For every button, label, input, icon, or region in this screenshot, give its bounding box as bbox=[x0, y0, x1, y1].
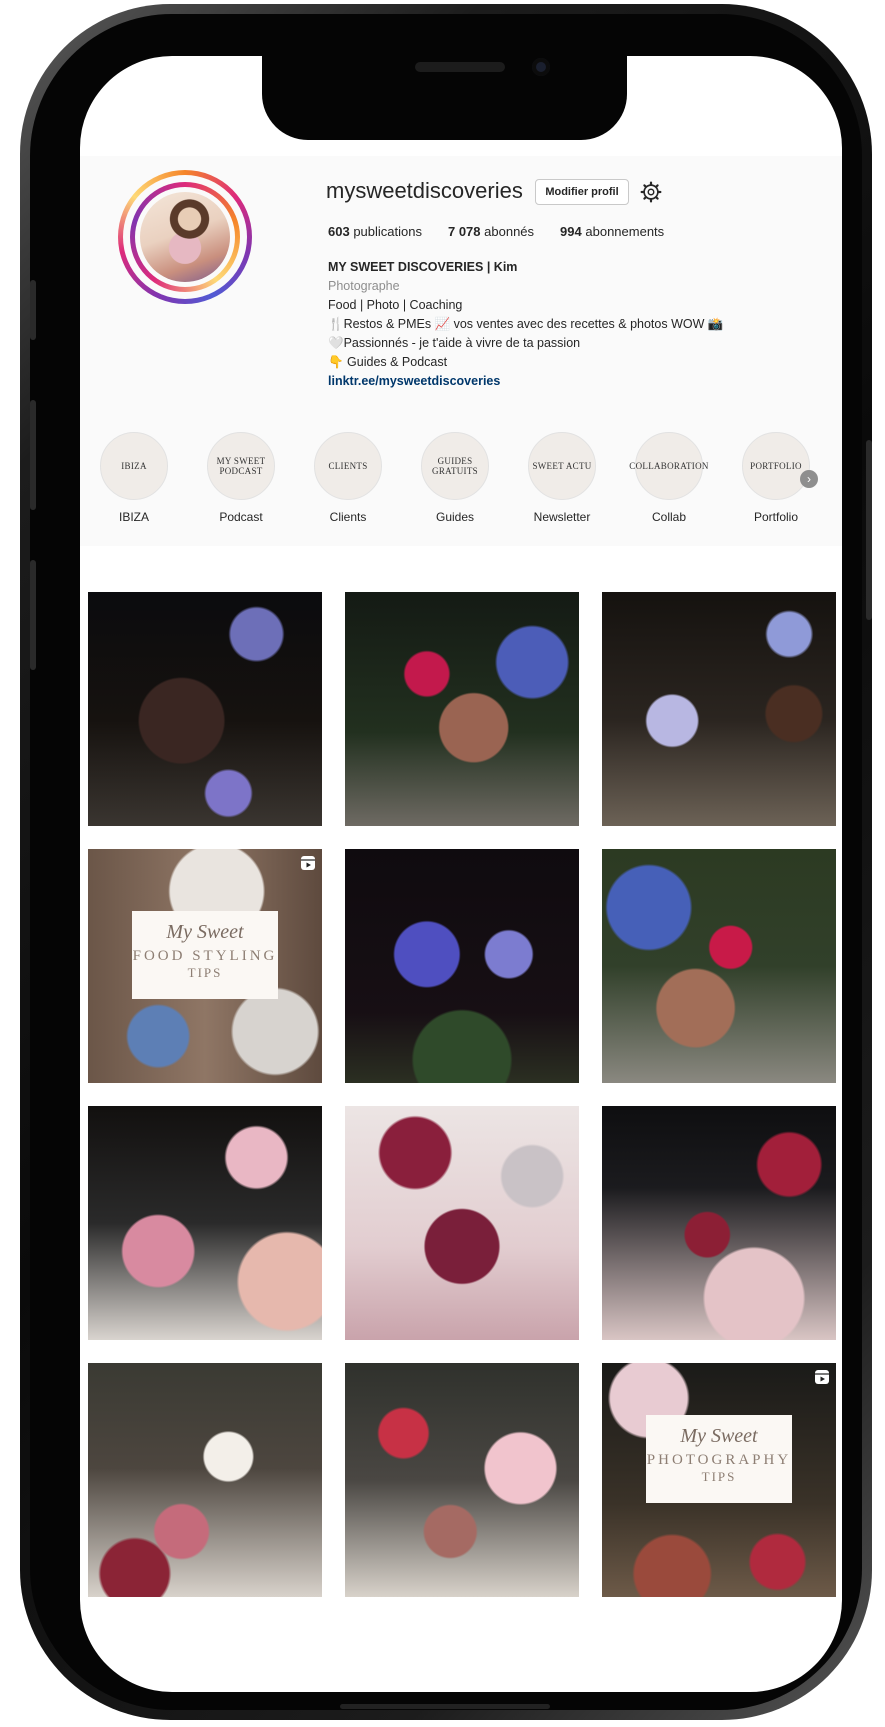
highlight-item[interactable]: SWEET ACTU Newsletter bbox=[524, 432, 600, 524]
speaker-grille bbox=[415, 62, 505, 72]
followers-stat[interactable]: 7 078 abonnés bbox=[448, 224, 534, 239]
highlight-item[interactable]: MY SWEET PODCAST Podcast bbox=[203, 432, 279, 524]
bio-line: 👇 Guides & Podcast bbox=[328, 355, 448, 369]
highlight-cover-text: MY SWEET PODCAST bbox=[216, 456, 266, 476]
avatar-image bbox=[140, 192, 230, 282]
highlight-cover: CLIENTS bbox=[314, 432, 382, 500]
home-indicator bbox=[340, 1704, 550, 1709]
post-title-script: My Sweet bbox=[680, 1425, 758, 1447]
highlight-cover: PORTFOLIO bbox=[742, 432, 810, 500]
highlight-cover-text: COLLABORATION bbox=[629, 461, 709, 471]
highlight-cover-text: PORTFOLIO bbox=[750, 461, 802, 471]
highlight-cover-text: SWEET ACTU bbox=[532, 461, 592, 471]
profile-username: mysweetdiscoveries bbox=[326, 178, 523, 203]
bio-category: Photographe bbox=[328, 279, 400, 293]
post-thumbnail[interactable] bbox=[88, 1363, 322, 1597]
chevron-right-icon[interactable]: › bbox=[800, 470, 818, 488]
post-thumbnail[interactable] bbox=[345, 592, 579, 826]
profile-stats: 603 publications 7 078 abonnés 994 abonn… bbox=[328, 224, 664, 239]
post-thumbnail[interactable]: My Sweet PHOTOGRAPHY TIPS bbox=[602, 1363, 836, 1597]
highlight-label: Guides bbox=[435, 510, 475, 524]
edit-profile-button[interactable]: Modifier profil bbox=[535, 179, 629, 205]
bio-line: 🤍Passionnés - je t'aide à vivre de ta pa… bbox=[328, 336, 581, 350]
highlight-label: Newsletter bbox=[533, 510, 591, 524]
bio-link[interactable]: linktr.ee/mysweetdiscoveries bbox=[328, 372, 723, 391]
post-title-main: PHOTOGRAPHY bbox=[646, 1452, 792, 1468]
highlight-label: IBIZA bbox=[118, 510, 149, 524]
post-thumbnail[interactable] bbox=[345, 1363, 579, 1597]
following-count: 994 bbox=[560, 224, 582, 239]
post-thumbnail[interactable] bbox=[345, 849, 579, 1083]
mute-switch bbox=[30, 280, 36, 340]
post-title-script: My Sweet bbox=[166, 921, 244, 943]
post-title-card: My Sweet FOOD STYLING TIPS bbox=[132, 911, 278, 999]
post-thumbnail[interactable] bbox=[602, 1106, 836, 1340]
gear-icon[interactable] bbox=[640, 181, 662, 203]
highlight-item[interactable]: COLLABORATION Collab bbox=[629, 432, 708, 524]
highlight-cover-text: IBIZA bbox=[121, 461, 147, 471]
posts-count: 603 bbox=[328, 224, 350, 239]
highlight-item[interactable]: IBIZA IBIZA bbox=[96, 432, 172, 524]
reel-icon bbox=[301, 856, 315, 870]
post-title-sub: TIPS bbox=[701, 1469, 737, 1484]
post-thumbnail[interactable] bbox=[602, 592, 836, 826]
highlight-label: Podcast bbox=[219, 510, 263, 524]
section-divider bbox=[80, 546, 842, 576]
followers-label: abonnés bbox=[484, 224, 535, 239]
post-title-sub: TIPS bbox=[187, 965, 223, 980]
highlight-item[interactable]: CLIENTS Clients bbox=[310, 432, 386, 524]
highlight-label: Collab bbox=[651, 510, 687, 524]
following-stat[interactable]: 994 abonnements bbox=[560, 224, 664, 239]
power-button bbox=[866, 440, 872, 620]
front-camera bbox=[532, 58, 550, 76]
reel-icon bbox=[815, 1370, 829, 1384]
post-title-main: FOOD STYLING bbox=[132, 948, 278, 964]
profile-bio: MY SWEET DISCOVERIES | Kim Photographe F… bbox=[328, 258, 723, 391]
post-thumbnail[interactable] bbox=[345, 1106, 579, 1340]
post-thumbnail[interactable]: My Sweet FOOD STYLING TIPS bbox=[88, 849, 322, 1083]
story-highlights: IBIZA IBIZA MY SWEET PODCAST Podcast CLIENTS… bbox=[96, 432, 836, 532]
post-thumbnail[interactable] bbox=[88, 1106, 322, 1340]
highlight-label: Portfolio bbox=[753, 510, 799, 524]
highlight-label: Clients bbox=[329, 510, 367, 524]
highlight-cover: IBIZA bbox=[100, 432, 168, 500]
post-thumbnail[interactable] bbox=[602, 849, 836, 1083]
post-title-card: My Sweet PHOTOGRAPHY TIPS bbox=[646, 1415, 792, 1503]
followers-count: 7 078 bbox=[447, 224, 481, 239]
volume-down-button bbox=[30, 560, 36, 670]
highlight-cover-text: GUIDES GRATUITS bbox=[432, 456, 478, 476]
highlight-cover: MY SWEET PODCAST bbox=[207, 432, 275, 500]
bio-line: 🍴Restos & PMEs 📈 vos ventes avec des rec… bbox=[328, 317, 724, 331]
posts-label: publications bbox=[353, 224, 422, 239]
bio-line: Food | Photo | Coaching bbox=[328, 298, 463, 312]
highlight-cover: SWEET ACTU bbox=[528, 432, 596, 500]
profile-avatar[interactable] bbox=[118, 170, 252, 304]
highlight-cover: COLLABORATION bbox=[629, 432, 708, 500]
highlight-item[interactable]: GUIDES GRATUITS Guides bbox=[417, 432, 493, 524]
post-thumbnail[interactable] bbox=[88, 592, 322, 826]
posts-stat[interactable]: 603 publications bbox=[328, 224, 422, 239]
bio-name: MY SWEET DISCOVERIES | Kim bbox=[328, 260, 518, 274]
highlight-cover: GUIDES GRATUITS bbox=[421, 432, 489, 500]
volume-up-button bbox=[30, 400, 36, 510]
following-label: abonnements bbox=[585, 224, 665, 239]
highlight-cover-text: CLIENTS bbox=[328, 461, 368, 471]
